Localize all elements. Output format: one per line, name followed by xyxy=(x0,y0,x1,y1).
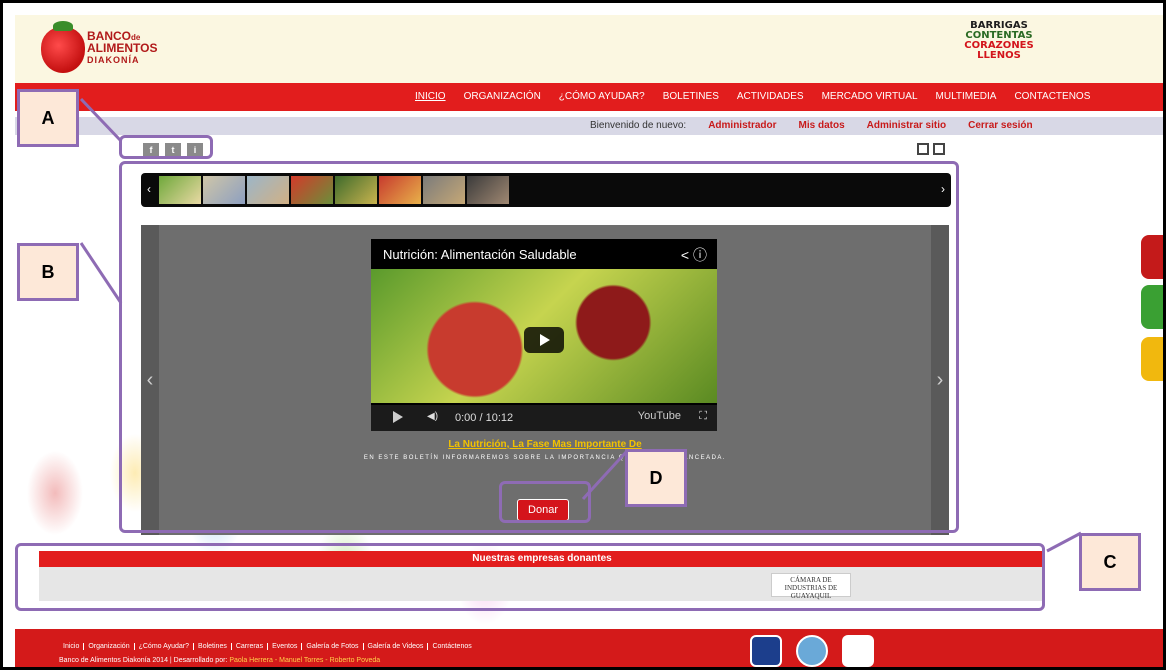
annotation-label-d: D xyxy=(625,449,687,507)
annotation-label-b: B xyxy=(17,243,79,301)
annotation-box-b xyxy=(119,161,959,533)
annotation-label-c: C xyxy=(1079,533,1141,591)
annotation-box-a xyxy=(119,135,213,159)
annotation-line-c xyxy=(1046,531,1082,553)
page-frame: BANCOde ALIMENTOS DIAKONÍA BARRIGAS CONT… xyxy=(0,0,1166,670)
annotation-line-a xyxy=(79,97,123,143)
annotation-label-a: A xyxy=(17,89,79,147)
annotation-box-d xyxy=(499,481,591,523)
annotation-line-b xyxy=(79,242,123,304)
annotation-box-c xyxy=(15,543,1045,611)
